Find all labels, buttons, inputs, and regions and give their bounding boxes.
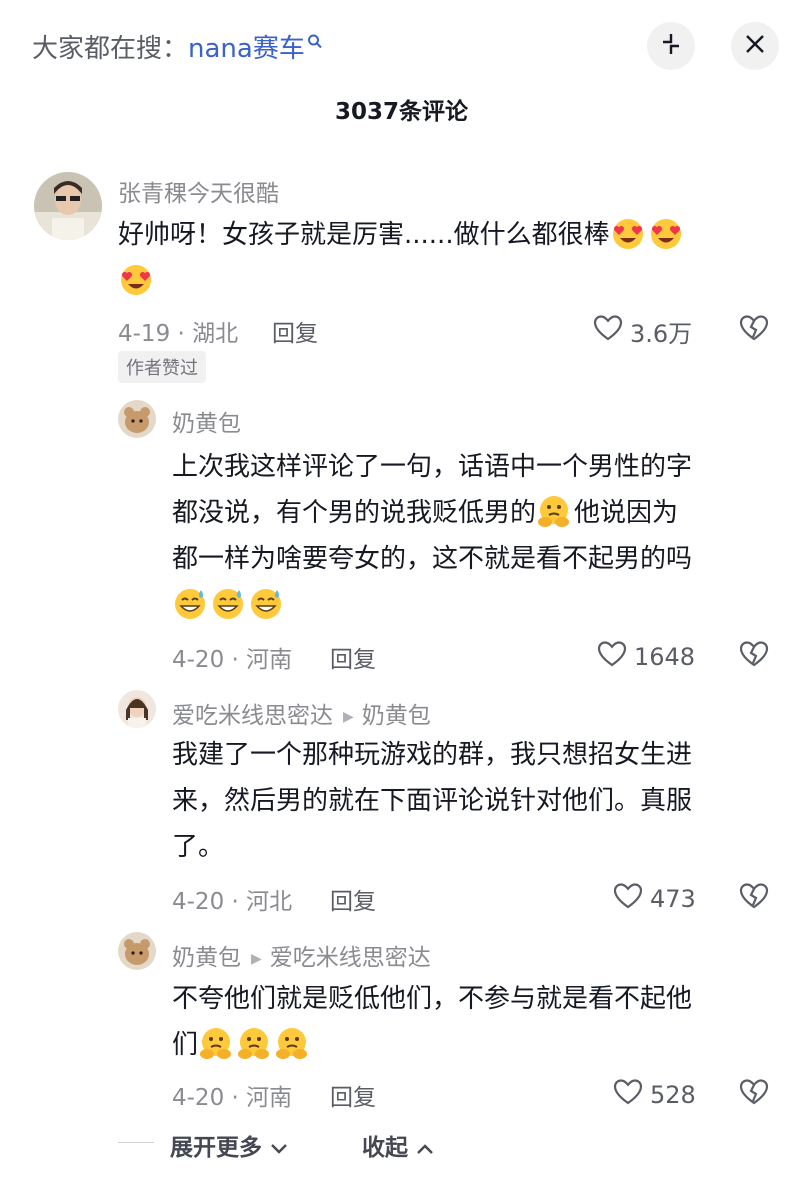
avatar[interactable] [118,690,156,728]
dislike-button[interactable] [738,1076,770,1112]
search-icon [307,28,323,58]
heart-eyes-emoji [118,261,154,297]
expand-more-label: 展开更多 [170,1135,262,1161]
like-count: 3.6万 [630,319,693,348]
heart-icon [612,1076,644,1114]
top-bar: 大家都在搜：nana赛车 [0,0,803,96]
broken-heart-icon [738,897,770,916]
heart-icon [592,312,624,350]
comment-date-location: 4-20 · 河北 [172,889,293,915]
reply-button[interactable]: 回复 [330,1078,376,1112]
comment-username: 奶黄包 ▶ 爱吃米线思密达 [172,938,431,972]
comment-text-line: 我建了一个那种玩游戏的群，我只想招女生进 [172,740,693,770]
sweat-smile-emoji [210,585,246,621]
broken-heart-icon [738,329,770,348]
comment-text: 我建了一个那种玩游戏的群，我只想招女生进 来，然后男的就在下面评论说针对他们。真服… [172,732,772,870]
sweat-smile-emoji [172,585,208,621]
comment-text-line: 他说因为 [574,498,679,528]
expand-icon [658,31,684,61]
comment-text-line: 来，然后男的就在下面评论说针对他们。真服 [172,786,693,816]
comment-text-line: 都没说，有个男的说我贬低男的 [172,498,537,528]
comment-date-location: 4-19 · 湖北 [118,321,239,347]
sweat-smile-emoji [248,585,284,621]
avatar[interactable] [118,400,156,438]
comment-text: 上次我这样评论了一句，话语中一个男性的字 都没说，有个男的说我贬低男的 他说因为都一… [172,444,772,628]
comment-text-line: 上次我这样评论了一句，话语中一个男性的字 [172,452,693,482]
comment-text: 不夸他们就是贬低他们，不参与就是看不起他们 [172,976,772,1068]
like-count: 1648 [634,643,696,671]
reply-button[interactable]: 回复 [272,314,318,348]
comment-text-line: 们 [172,1030,199,1060]
search-keyword-link[interactable]: nana赛车 [188,34,305,64]
thinking-emoji [236,1025,272,1061]
expand-more-button[interactable]: 展开更多 [170,1128,288,1162]
chevron-up-icon [416,1135,434,1161]
like-button[interactable]: 473 [612,880,696,918]
reply-arrow-icon: ▶ [343,708,354,725]
search-prefix: 大家都在搜： [32,34,189,64]
avatar[interactable] [118,932,156,970]
dislike-button[interactable] [738,638,770,674]
avatar[interactable] [34,172,102,240]
comment-username: 爱吃米线思密达 ▶ 奶黄包 [172,696,431,730]
reply-arrow-icon: ▶ [251,950,262,967]
like-count: 528 [650,1081,696,1109]
dislike-button[interactable] [738,880,770,916]
reply-button[interactable]: 回复 [330,882,376,916]
comment-count-title: 3037条评论 [334,99,468,125]
collapse-button[interactable]: 收起 [362,1128,434,1162]
thinking-emoji [274,1025,310,1061]
broken-heart-icon [738,1093,770,1112]
reply-author-link[interactable]: 奶黄包 [172,945,241,971]
collapse-label: 收起 [362,1135,408,1161]
reply-target-link[interactable]: 爱吃米线思密达 [270,945,431,971]
comment-text-line: 都一样为啥要夸女的，这不就是看不起男的吗 [172,544,693,574]
expand-button[interactable] [647,22,695,70]
comment-username[interactable]: 奶黄包 [172,404,241,438]
comment-username[interactable]: 张青稞今天很酷 [118,174,279,208]
broken-heart-icon [738,655,770,674]
comment-text-line: 了。 [172,832,225,862]
comment-date-location: 4-20 · 河南 [172,1085,293,1111]
reply-target-link[interactable]: 奶黄包 [362,703,431,729]
reply-author-link[interactable]: 爱吃米线思密达 [172,703,333,729]
comment-date-location: 4-20 · 河南 [172,647,293,673]
heart-icon [612,880,644,918]
reply-button[interactable]: 回复 [330,640,376,674]
like-button[interactable]: 3.6万 [592,312,692,350]
search-suggestion[interactable]: 大家都在搜：nana赛车 [32,28,323,65]
heart-icon [596,638,628,676]
thinking-emoji [536,493,572,529]
comment-text-line: 好帅呀！女孩子就是厉害......做什么都很棒 [118,220,610,250]
heart-eyes-emoji [610,215,646,251]
close-button[interactable] [731,22,779,70]
author-liked-badge: 作者赞过 [118,351,206,383]
thinking-emoji [198,1025,234,1061]
dislike-button[interactable] [738,312,770,348]
comment-text-line: 不夸他们就是贬低他们，不参与就是看不起他 [172,984,693,1014]
like-count: 473 [650,885,696,913]
like-button[interactable]: 528 [612,1076,696,1114]
comment-text: 好帅呀！女孩子就是厉害......做什么都很棒 [118,212,778,304]
chevron-down-icon [270,1135,288,1161]
heart-eyes-emoji [648,215,684,251]
close-icon [744,33,766,59]
like-button[interactable]: 1648 [596,638,695,676]
divider-line [118,1142,154,1143]
